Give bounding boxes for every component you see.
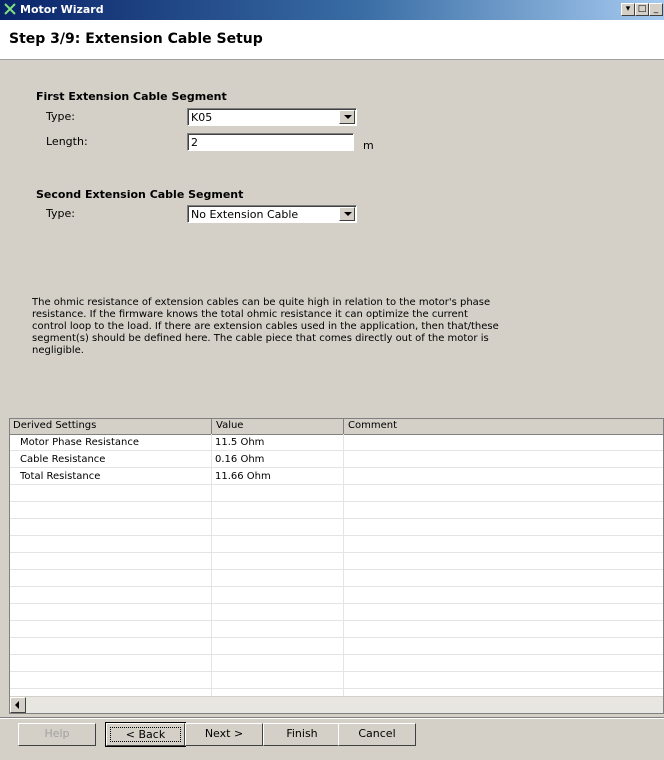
first-type-select[interactable]: K05 — [187, 108, 357, 126]
help-button[interactable]: Help — [18, 723, 96, 746]
description-text: The ohmic resistance of extension cables… — [32, 297, 499, 356]
first-segment-heading: First Extension Cable Segment — [36, 90, 227, 103]
cell-setting: Total Resistance — [20, 471, 101, 482]
back-button[interactable]: < Back — [105, 722, 186, 747]
length-input[interactable]: 2 — [187, 133, 354, 151]
empty-row — [10, 503, 663, 519]
length-value: 2 — [191, 136, 198, 149]
grid-header: Derived Settings Value Comment — [10, 419, 663, 435]
horizontal-scrollbar[interactable] — [10, 696, 663, 713]
empty-row — [10, 571, 663, 587]
length-unit: m — [363, 139, 374, 152]
table-row[interactable]: Motor Phase Resistance 11.5 Ohm — [10, 435, 663, 451]
table-row[interactable]: Total Resistance 11.66 Ohm — [10, 469, 663, 485]
second-segment-heading: Second Extension Cable Segment — [36, 188, 244, 201]
motor-wizard-icon — [4, 3, 16, 15]
minimize-icon[interactable]: _ — [649, 3, 663, 16]
empty-row — [10, 605, 663, 621]
window-title: Motor Wizard — [20, 3, 104, 16]
column-header-settings[interactable]: Derived Settings — [13, 420, 96, 431]
table-row[interactable]: Cable Resistance 0.16 Ohm — [10, 452, 663, 468]
derived-settings-grid[interactable]: Derived Settings Value Comment Motor Pha… — [9, 418, 664, 714]
second-type-value: No Extension Cable — [191, 208, 299, 221]
second-type-select[interactable]: No Extension Cable — [187, 205, 357, 223]
cell-value: 11.5 Ohm — [215, 437, 265, 448]
empty-row — [10, 656, 663, 672]
empty-row — [10, 639, 663, 655]
restore-icon[interactable]: □ — [635, 3, 649, 16]
first-type-value: K05 — [191, 111, 213, 124]
empty-row — [10, 537, 663, 553]
column-header-comment[interactable]: Comment — [348, 420, 397, 431]
empty-row — [10, 486, 663, 502]
cell-value: 0.16 Ohm — [215, 454, 265, 465]
cell-setting: Motor Phase Resistance — [20, 437, 139, 448]
empty-row — [10, 622, 663, 638]
cell-value: 11.66 Ohm — [215, 471, 271, 482]
finish-button[interactable]: Finish — [263, 723, 341, 746]
step-title: Step 3/9: Extension Cable Setup — [9, 31, 263, 47]
second-type-label: Type: — [46, 207, 75, 220]
footer-divider — [0, 717, 664, 719]
cell-setting: Cable Resistance — [20, 454, 106, 465]
wizard-header: Step 3/9: Extension Cable Setup — [0, 20, 664, 60]
next-button[interactable]: Next > — [185, 723, 263, 746]
scroll-left-icon[interactable] — [10, 697, 26, 713]
first-type-label: Type: — [46, 110, 75, 123]
title-bar[interactable]: Motor Wizard ▾ □ _ — [0, 0, 664, 20]
empty-row — [10, 588, 663, 604]
empty-row — [10, 520, 663, 536]
cancel-button[interactable]: Cancel — [338, 723, 416, 746]
length-label: Length: — [46, 135, 88, 148]
column-header-value[interactable]: Value — [216, 420, 243, 431]
empty-row — [10, 554, 663, 570]
back-button-label: < Back — [110, 727, 181, 742]
chevron-down-icon[interactable] — [339, 207, 355, 221]
menu-down-icon[interactable]: ▾ — [621, 3, 635, 16]
chevron-down-icon[interactable] — [339, 110, 355, 124]
empty-row — [10, 673, 663, 689]
